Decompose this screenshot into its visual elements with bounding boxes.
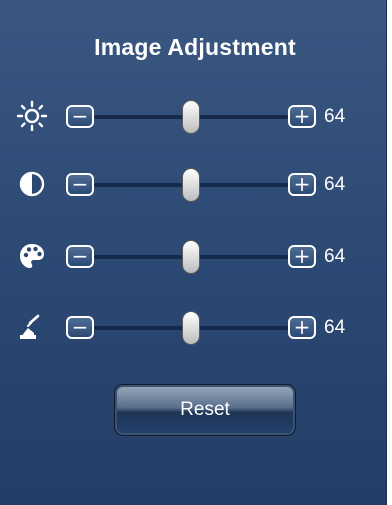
contrast-row: − + 64 <box>0 164 387 204</box>
reset-button[interactable]: Reset <box>114 384 296 436</box>
image-adjustment-panel: Image Adjustment − + 64 − + 64 − + 64 − … <box>0 0 387 505</box>
contrast-value: 64 <box>324 174 346 195</box>
saturation-decrease-button[interactable]: − <box>66 245 94 268</box>
brightness-icon <box>16 100 48 132</box>
brightness-slider-thumb[interactable] <box>182 100 200 134</box>
sharpness-icon <box>16 311 48 343</box>
sharpness-slider-thumb[interactable] <box>182 311 200 345</box>
contrast-icon <box>16 168 48 200</box>
saturation-row: − + 64 <box>0 236 387 276</box>
saturation-increase-button[interactable]: + <box>288 245 316 268</box>
contrast-slider-thumb[interactable] <box>182 168 200 202</box>
panel-title: Image Adjustment <box>94 34 296 60</box>
brightness-row: − + 64 <box>0 96 387 136</box>
brightness-decrease-button[interactable]: − <box>66 105 94 128</box>
contrast-decrease-button[interactable]: − <box>66 173 94 196</box>
sharpness-value: 64 <box>324 317 346 338</box>
palette-icon <box>16 240 48 272</box>
saturation-value: 64 <box>324 246 346 267</box>
sharpness-row: − + 64 <box>0 307 387 347</box>
sharpness-increase-button[interactable]: + <box>288 316 316 339</box>
sharpness-decrease-button[interactable]: − <box>66 316 94 339</box>
brightness-value: 64 <box>324 106 346 127</box>
contrast-increase-button[interactable]: + <box>288 173 316 196</box>
saturation-slider-thumb[interactable] <box>182 240 200 274</box>
brightness-increase-button[interactable]: + <box>288 105 316 128</box>
